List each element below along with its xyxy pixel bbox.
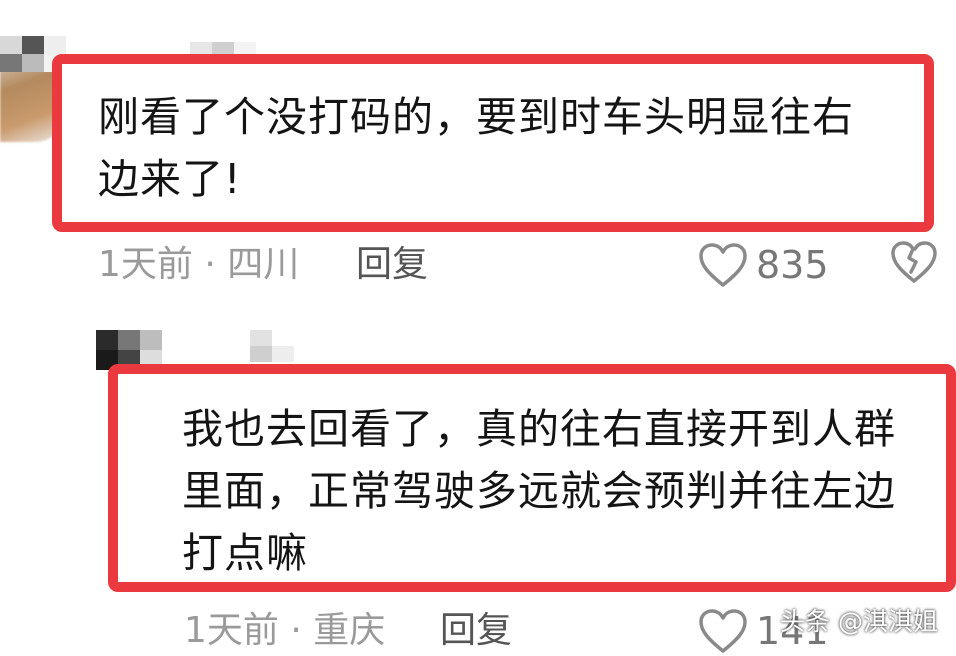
comment-text-line: 刚看了个没打码的，要到时车头明显往右	[98, 93, 854, 141]
comment-text-line: 打点嘛	[182, 529, 308, 577]
broken-heart-icon	[891, 241, 937, 283]
blurred-username	[250, 330, 294, 362]
comment-text: 刚看了个没打码的，要到时车头明显往右 边来了!	[98, 86, 918, 210]
heart-outline-icon	[699, 609, 747, 653]
comment-text-line: 边来了!	[98, 155, 242, 203]
time-location: 1天前 · 四川	[98, 244, 300, 285]
comment-text-line: 我也去回看了，真的往右直接开到人群	[182, 405, 896, 453]
dislike-button[interactable]	[890, 240, 938, 298]
like-button[interactable]: 835	[698, 240, 829, 290]
like-count: 835	[756, 243, 829, 287]
reply-button[interactable]: 回复	[356, 240, 428, 290]
comment-meta: 1天前 · 四川 回复 835	[0, 240, 956, 290]
heart-outline-icon	[699, 243, 747, 287]
comment-text-line: 里面，正常驾驶多远就会预判并往左边	[182, 467, 896, 515]
reply-button[interactable]: 回复	[440, 606, 512, 656]
time-location: 1天前 · 重庆	[184, 610, 386, 651]
watermark: 头条 @淇淇姐	[780, 607, 938, 636]
comment-text: 我也去回看了，真的往右直接开到人群 里面，正常驾驶多远就会预判并往左边 打点嘛	[182, 398, 934, 584]
